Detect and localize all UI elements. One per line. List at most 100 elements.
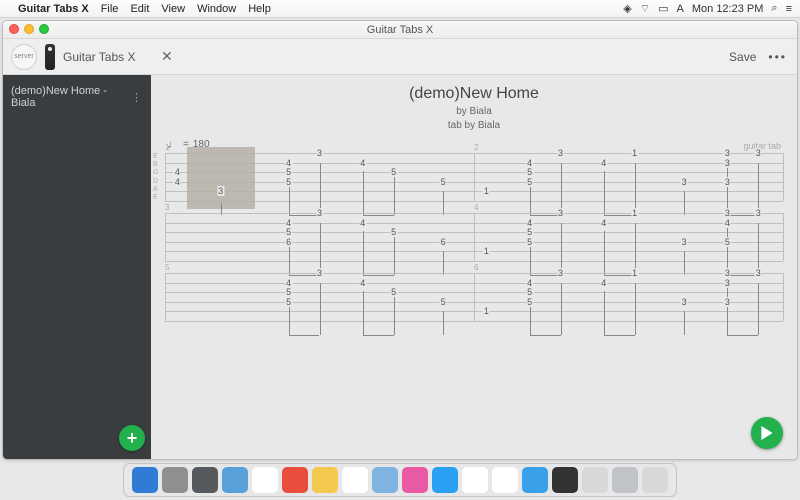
fret-number[interactable]: 1 [631, 268, 638, 278]
staff-row[interactable]: 12guitar tabEBGDAE4434553455145534133333 [165, 153, 783, 201]
fret-number[interactable]: 5 [526, 297, 533, 307]
dock-app-icon[interactable] [612, 467, 638, 493]
fret-number[interactable]: 3 [316, 268, 323, 278]
dock-app-icon[interactable] [312, 467, 338, 493]
fret-number[interactable]: 4 [359, 158, 366, 168]
tab-canvas[interactable]: (demo)New Home by Biala tab by Biala ♩ =… [151, 75, 797, 459]
fret-number[interactable]: 5 [285, 227, 292, 237]
window-titlebar[interactable]: Guitar Tabs X [3, 21, 797, 39]
fret-number[interactable]: 4 [285, 158, 292, 168]
dock-app-icon[interactable] [432, 467, 458, 493]
fret-number[interactable]: 5 [526, 167, 533, 177]
fret-number[interactable]: 4 [526, 278, 533, 288]
staff-row[interactable]: 564553455145534133333 [165, 273, 783, 321]
minimize-window-button[interactable] [24, 24, 34, 34]
fret-number[interactable]: 3 [724, 177, 731, 187]
play-button[interactable] [751, 417, 783, 449]
fret-number[interactable]: 3 [681, 177, 688, 187]
fret-number[interactable]: 3 [316, 148, 323, 158]
dock-app-icon[interactable] [552, 467, 578, 493]
tab-staff[interactable]: 4434553455145534133333 [165, 153, 783, 201]
fret-number[interactable]: 3 [755, 148, 762, 158]
fret-number[interactable]: 5 [526, 177, 533, 187]
keyboard-icon[interactable]: A [677, 3, 684, 15]
dock-app-icon[interactable] [642, 467, 668, 493]
fret-number[interactable]: 1 [483, 246, 490, 256]
dock-app-icon[interactable] [402, 467, 428, 493]
fret-number[interactable]: 1 [631, 148, 638, 158]
menu-file[interactable]: File [101, 3, 119, 15]
zoom-window-button[interactable] [39, 24, 49, 34]
fret-number[interactable]: 5 [390, 287, 397, 297]
selection-highlight[interactable] [187, 147, 255, 209]
fret-number[interactable]: 3 [557, 208, 564, 218]
fret-number[interactable]: 1 [483, 306, 490, 316]
fret-number[interactable]: 4 [600, 278, 607, 288]
dock-app-icon[interactable] [582, 467, 608, 493]
fret-number[interactable]: 3 [724, 278, 731, 288]
fret-number[interactable]: 5 [526, 287, 533, 297]
tab-staff[interactable]: 4563456145534133453 [165, 213, 783, 261]
fret-number[interactable]: 3 [316, 208, 323, 218]
dock-app-icon[interactable] [372, 467, 398, 493]
fret-number[interactable]: 3 [755, 208, 762, 218]
menu-window[interactable]: Window [197, 3, 236, 15]
fret-number[interactable]: 4 [285, 278, 292, 288]
menu-view[interactable]: View [161, 3, 185, 15]
menu-help[interactable]: Help [248, 3, 271, 15]
fret-number[interactable]: 3 [217, 186, 224, 196]
fret-number[interactable]: 5 [724, 237, 731, 247]
fret-number[interactable]: 5 [285, 287, 292, 297]
fret-number[interactable]: 5 [526, 237, 533, 247]
fret-number[interactable]: 5 [390, 167, 397, 177]
fret-number[interactable]: 3 [724, 158, 731, 168]
dock-app-icon[interactable] [282, 467, 308, 493]
fret-number[interactable]: 4 [359, 278, 366, 288]
close-tab-button[interactable]: ✕ [161, 48, 173, 65]
fret-number[interactable]: 3 [681, 297, 688, 307]
battery-icon[interactable]: ▭ [658, 2, 668, 15]
fret-number[interactable]: 6 [285, 237, 292, 247]
fret-number[interactable]: 3 [724, 297, 731, 307]
dock-app-icon[interactable] [342, 467, 368, 493]
dock-app-icon[interactable] [462, 467, 488, 493]
spotlight-icon[interactable]: ⌕ [771, 2, 777, 15]
menu-edit[interactable]: Edit [130, 3, 149, 15]
fret-number[interactable]: 3 [557, 268, 564, 278]
fret-number[interactable]: 1 [483, 186, 490, 196]
fret-number[interactable]: 4 [600, 158, 607, 168]
shield-icon[interactable]: ◈ [623, 2, 631, 15]
fret-number[interactable]: 6 [440, 237, 447, 247]
fret-number[interactable]: 4 [724, 218, 731, 228]
fret-number[interactable]: 3 [724, 148, 731, 158]
fret-number[interactable]: 4 [359, 218, 366, 228]
fret-number[interactable]: 3 [755, 268, 762, 278]
dock-app-icon[interactable] [222, 467, 248, 493]
dock-app-icon[interactable] [132, 467, 158, 493]
fret-number[interactable]: 5 [526, 227, 533, 237]
fret-number[interactable]: 5 [285, 167, 292, 177]
staff-row[interactable]: 344563456145534133453 [165, 213, 783, 261]
tab-staff[interactable]: 4553455145534133333 [165, 273, 783, 321]
wifi-icon[interactable]: ⌔ [640, 2, 650, 16]
fret-number[interactable]: 3 [724, 268, 731, 278]
fret-number[interactable]: 5 [440, 177, 447, 187]
fret-number[interactable]: 3 [557, 148, 564, 158]
fret-number[interactable]: 4 [526, 158, 533, 168]
dock-app-icon[interactable] [252, 467, 278, 493]
more-button[interactable]: ••• [768, 50, 787, 64]
fret-number[interactable]: 3 [724, 208, 731, 218]
menubar-clock[interactable]: Mon 12:23 PM [692, 3, 764, 15]
save-button[interactable]: Save [729, 50, 756, 64]
menu-icon[interactable]: ≡ [786, 3, 792, 15]
fret-number[interactable]: 5 [285, 177, 292, 187]
dock-app-icon[interactable] [522, 467, 548, 493]
dock-app-icon[interactable] [192, 467, 218, 493]
close-window-button[interactable] [9, 24, 19, 34]
fret-number[interactable]: 5 [390, 227, 397, 237]
fret-number[interactable]: 4 [174, 177, 181, 187]
dock-app-icon[interactable] [492, 467, 518, 493]
fret-number[interactable]: 3 [681, 237, 688, 247]
fret-number[interactable]: 1 [631, 208, 638, 218]
server-badge[interactable]: server [11, 44, 37, 70]
